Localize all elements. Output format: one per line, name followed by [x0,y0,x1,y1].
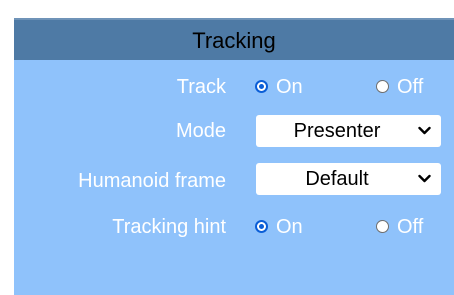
mode-select-value: Presenter [293,120,381,142]
tracking-hint-radio-group: On Off [255,215,445,239]
tracking-hint-on-label: On [276,216,303,238]
chevron-down-icon [418,174,431,183]
radio-checked-icon [255,220,268,233]
radio-checked-icon [255,80,268,93]
track-off-label: Off [397,76,424,98]
track-on-label: On [276,76,303,98]
chevron-down-icon [418,126,431,135]
tracking-hint-label: Tracking hint [112,216,226,238]
track-radio-group: On Off [255,75,445,99]
tracking-hint-off-label: Off [397,216,424,238]
mode-select[interactable]: Presenter [256,115,441,147]
humanoid-frame-select-value: Default [305,168,369,190]
panel-title: Tracking [14,18,454,60]
track-label: Track [176,76,226,98]
tracking-panel: Tracking Track On Off Mode Presenter Hum… [14,18,454,295]
radio-unchecked-icon [376,80,389,93]
humanoid-frame-label: Humanoid frame [78,170,226,192]
humanoid-frame-select[interactable]: Default [256,163,441,195]
radio-unchecked-icon [376,220,389,233]
mode-label: Mode [175,120,226,142]
